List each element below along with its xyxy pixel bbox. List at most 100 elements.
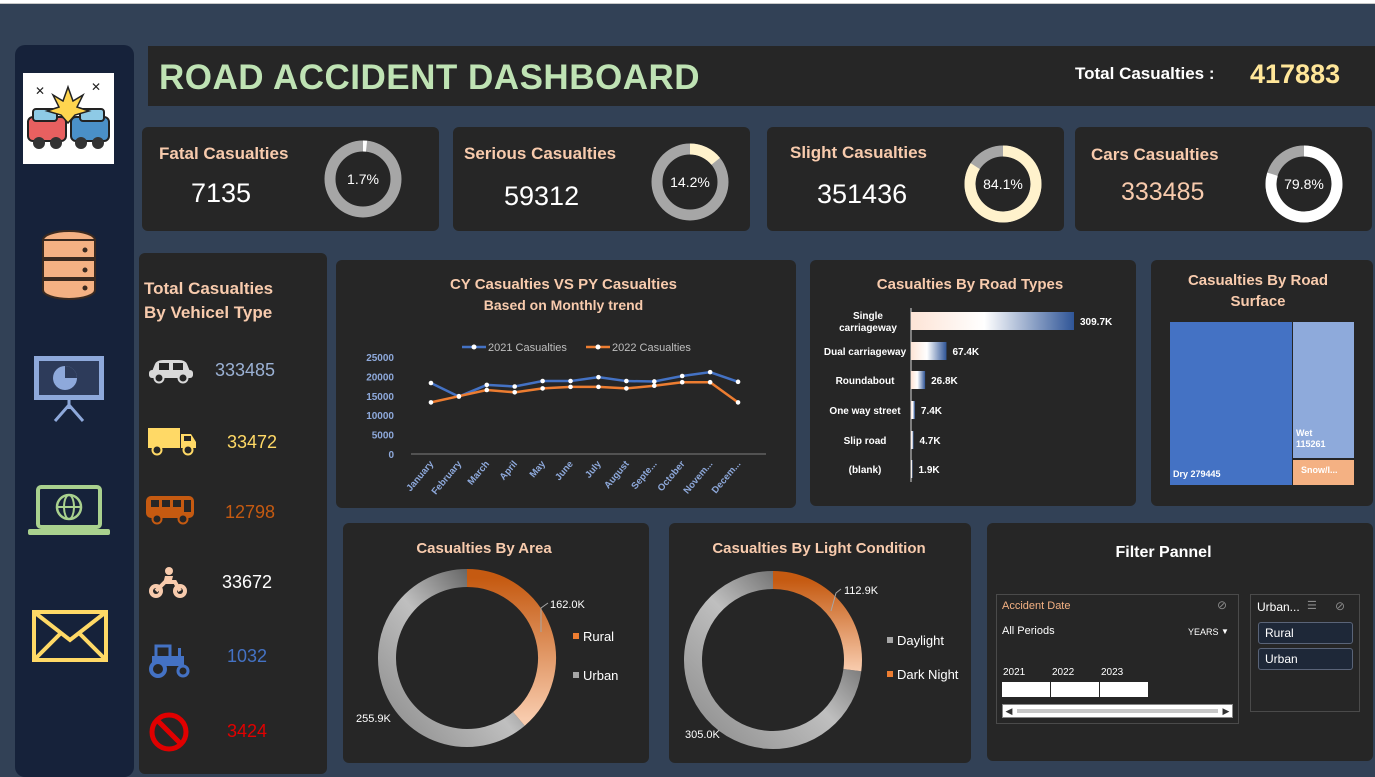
bus-icon [145,494,195,531]
line-point [484,382,490,388]
road-category-label: One way street [829,406,901,417]
scroll-track[interactable] [1017,709,1218,713]
line-point [624,378,629,384]
motorcycle-icon [147,566,189,605]
slicer-option-urban-label: Urban [1265,652,1298,666]
urban-slicer-title: Urban... [1257,600,1300,614]
legend-swatch [573,672,579,678]
vehicle-value-tractor: 1032 [227,646,268,666]
kpi-donut-label: 1.7% [347,171,379,187]
vehicle-value-truck: 33472 [227,432,278,452]
line-point [456,393,462,399]
road-bar-label: 67.4K [952,347,979,358]
line-point [428,380,434,386]
road-bar [911,342,947,360]
donut-data-label: 255.9K [356,713,392,725]
line-point [707,369,713,375]
road-category-label: Dual carriageway [824,347,907,358]
line-point [540,386,545,391]
legend-label: Daylight [897,633,944,648]
treemap-dry-label: Dry 279445 [1173,469,1221,479]
vehicle-title-line1: Total Casualties [144,279,274,298]
road-bar [911,371,926,389]
kpi-donut-arc [689,143,720,165]
clear-filter-icon[interactable]: ⊘ [1217,598,1227,612]
line-series [430,380,739,404]
y-tick-label: 5000 [372,431,395,442]
line-point [428,400,434,405]
line-point [596,384,601,390]
line-point [679,379,685,385]
x-tick-label: August [602,458,632,491]
vehicle-value-motorcycle: 33672 [222,572,273,592]
legend-label: Rural [583,629,614,644]
treemap-dry [1170,322,1292,485]
kpi-donut-label: 84.1% [983,176,1023,192]
line-point [679,373,685,379]
road-bar [911,431,914,449]
road-category-label: Single [853,311,883,322]
donut-data-label: 112.9K [844,585,879,597]
x-tick-label: Novem... [682,459,716,496]
line-point [735,400,741,405]
chevron-down-icon[interactable]: ▼ [1221,627,1229,636]
area-donut-chart: 162.0K 255.9K Rural Urban [356,569,618,747]
x-tick-label: June [553,459,576,483]
legend-label: Dark Night [897,667,959,682]
legend-swatch [887,671,893,677]
donut-slice [466,569,556,726]
no-entry-icon [148,711,190,758]
y-tick-label: 15000 [366,392,394,403]
road-bar-label: 26.8K [931,376,958,387]
vehicle-value-car: 333485 [215,360,276,380]
slicer-option-rural-label: Rural [1265,626,1294,640]
road-bar-label: 1.9K [919,465,941,476]
line-point [596,374,601,380]
donut-slice [772,571,862,672]
line-point [540,378,545,384]
year-2021-label: 2021 [1003,667,1026,678]
year-bar-2021[interactable] [1002,682,1050,697]
y-tick-label: 10000 [366,411,394,422]
donut-data-label: 305.0K [685,729,721,741]
road-bar [911,401,915,419]
road-bar [911,460,913,478]
line-point [707,379,713,385]
line-point [651,383,657,389]
x-tick-label: February [430,458,465,497]
y-tick-label: 25000 [366,353,394,364]
road-category-label: Roundabout [836,376,896,387]
road-category-label: (blank) [849,465,882,476]
legend-label: Urban [583,668,618,683]
scroll-right-icon[interactable]: ▶ [1220,705,1232,717]
truck-icon [147,426,197,461]
donut-data-label: 162.0K [550,599,586,611]
legend-marker [595,344,601,350]
vehicle-value-other: 3424 [227,721,268,741]
scroll-left-icon[interactable]: ◀ [1003,705,1015,717]
line-point [484,387,490,393]
line-point [735,379,741,385]
line-chart: 2500020000150001000050000JanuaryFebruary… [366,342,766,497]
road-bar-label: 309.7K [1080,317,1113,328]
all-periods-label: All Periods [1002,625,1055,637]
road-bar-label: 7.4K [921,406,943,417]
filter-title: Filter Pannel [1115,544,1212,561]
years-dropdown[interactable]: YEARS [1188,627,1219,637]
kpi-donut-label: 79.8% [1284,176,1324,192]
year-bar-2023[interactable] [1100,682,1148,697]
line-point [512,384,518,389]
road-bar [911,312,1074,330]
line-point [651,379,657,384]
road-category-label: Slip road [844,436,887,447]
y-tick-label: 20000 [366,372,394,383]
x-tick-label: Decem... [710,459,744,496]
road-types-chart: 309.7K 67.4K 26.8K 7.4K 4.7K 1.9K Singlecarria… [824,308,1113,482]
y-tick-label: 0 [388,450,394,461]
date-slicer-title: Accident Date [1002,600,1071,612]
year-bar-2022[interactable] [1051,682,1099,697]
line-point [624,386,629,391]
vehicle-value-bus: 12798 [225,502,276,522]
multi-select-icon[interactable]: ☰ [1307,599,1317,612]
clear-filter-icon[interactable]: ⊘ [1335,599,1345,613]
